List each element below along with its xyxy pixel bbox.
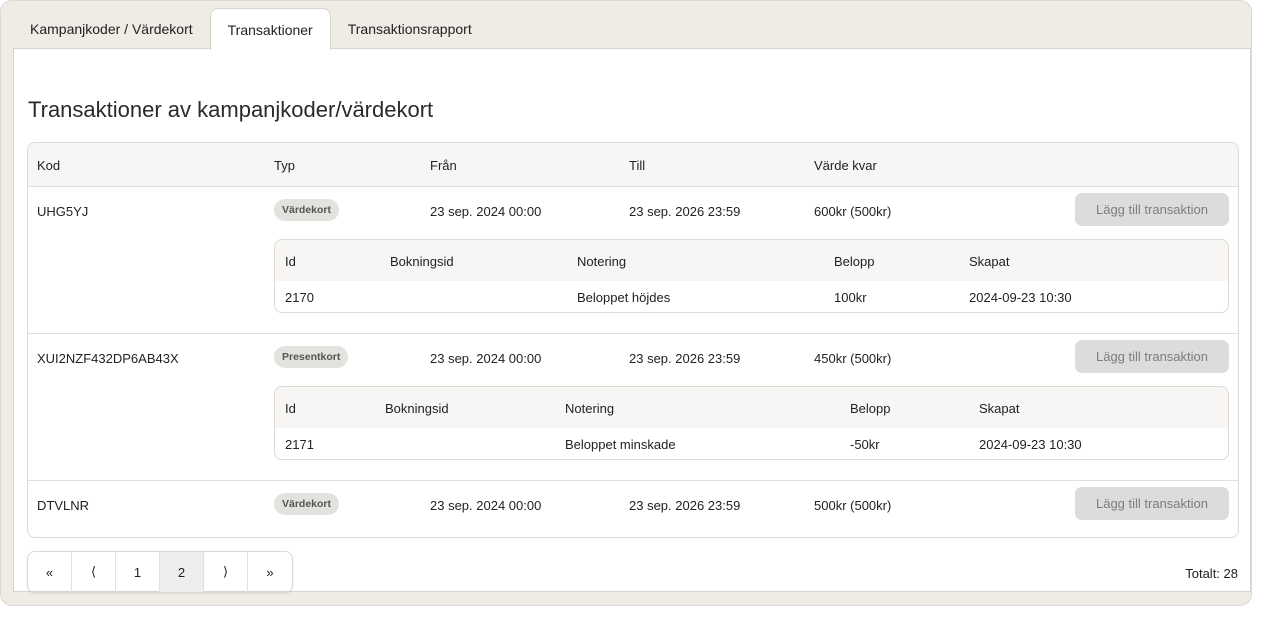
row-from: 23 sep. 2024 00:00 xyxy=(430,351,542,366)
sub-header-booking-id: Bokningsid xyxy=(390,254,454,269)
type-badge: Värdekort xyxy=(274,493,340,515)
transaction-note: Beloppet höjdes xyxy=(577,290,671,305)
sub-table-row: 2171 Beloppet minskade -50kr 2024-09-23 … xyxy=(275,428,1228,459)
transaction-amount: 100kr xyxy=(834,290,867,305)
row-to: 23 sep. 2026 23:59 xyxy=(629,498,741,513)
sub-header-amount: Belopp xyxy=(850,401,891,416)
row-to: 23 sep. 2026 23:59 xyxy=(629,204,741,219)
header-from: Från xyxy=(430,158,457,173)
transactions-table: Kod Typ Från Till Värde kvar UHG5YJ Värd… xyxy=(27,142,1239,538)
add-transaction-button[interactable]: Lägg till transaktion xyxy=(1075,487,1229,520)
pagination-last-button[interactable]: » xyxy=(248,552,292,592)
row-code: XUI2NZF432DP6AB43X xyxy=(37,351,179,366)
header-value-left: Värde kvar xyxy=(814,158,877,173)
pagination-page-2[interactable]: 2 xyxy=(160,552,204,592)
sub-table-header: Id Bokningsid Notering Belopp Skapat xyxy=(275,240,1228,281)
sub-header-booking-id: Bokningsid xyxy=(385,401,449,416)
page-container: Kampanjkoder / Värdekort Transaktioner T… xyxy=(0,0,1252,606)
pagination-page-1[interactable]: 1 xyxy=(116,552,160,592)
row-code: UHG5YJ xyxy=(37,204,89,219)
add-transaction-button[interactable]: Lägg till transaktion xyxy=(1075,193,1229,226)
total-count: Totalt: 28 xyxy=(1185,566,1238,581)
sub-transactions-table: Id Bokningsid Notering Belopp Skapat 217… xyxy=(274,386,1229,460)
row-value-left: 500kr (500kr) xyxy=(814,498,892,513)
sub-header-id: Id xyxy=(285,254,296,269)
row-to: 23 sep. 2026 23:59 xyxy=(629,351,741,366)
table-header: Kod Typ Från Till Värde kvar xyxy=(28,143,1238,187)
sub-table-header: Id Bokningsid Notering Belopp Skapat xyxy=(275,387,1228,428)
sub-header-note: Notering xyxy=(565,401,615,416)
row-value-left: 600kr (500kr) xyxy=(814,204,892,219)
sub-table-row: 2170 Beloppet höjdes 100kr 2024-09-23 10… xyxy=(275,281,1228,312)
content-panel: Transaktioner av kampanjkoder/värdekort … xyxy=(13,48,1251,593)
pagination-prev-button[interactable]: ⟨ xyxy=(72,552,116,592)
type-badge: Presentkort xyxy=(274,346,349,368)
header-to: Till xyxy=(629,158,646,173)
row-from: 23 sep. 2024 00:00 xyxy=(430,204,542,219)
sub-header-note: Notering xyxy=(577,254,627,269)
tab-transactions[interactable]: Transaktioner xyxy=(209,8,331,50)
sub-header-id: Id xyxy=(285,401,296,416)
row-from: 23 sep. 2024 00:00 xyxy=(430,498,542,513)
header-type: Typ xyxy=(274,158,295,173)
type-badge: Värdekort xyxy=(274,199,340,221)
transaction-created: 2024-09-23 10:30 xyxy=(979,437,1082,452)
add-transaction-button[interactable]: Lägg till transaktion xyxy=(1075,340,1229,373)
row-value-left: 450kr (500kr) xyxy=(814,351,892,366)
transaction-created: 2024-09-23 10:30 xyxy=(969,290,1072,305)
transaction-id: 2171 xyxy=(285,437,314,452)
row-code: DTVLNR xyxy=(37,498,90,513)
tab-campaign-codes[interactable]: Kampanjkoder / Värdekort xyxy=(13,8,210,50)
tab-transaction-report[interactable]: Transaktionsrapport xyxy=(331,8,489,50)
table-row: UHG5YJ Värdekort 23 sep. 2024 00:00 23 s… xyxy=(28,187,1238,334)
table-row: XUI2NZF432DP6AB43X Presentkort 23 sep. 2… xyxy=(28,334,1238,481)
header-code: Kod xyxy=(37,158,61,173)
sub-header-created: Skapat xyxy=(969,254,1010,269)
sub-transactions-table: Id Bokningsid Notering Belopp Skapat 217… xyxy=(274,239,1229,313)
transaction-amount: -50kr xyxy=(850,437,880,452)
sub-header-amount: Belopp xyxy=(834,254,875,269)
pagination: « ⟨ 1 2 ⟩ » xyxy=(27,551,293,593)
transaction-id: 2170 xyxy=(285,290,314,305)
pagination-next-button[interactable]: ⟩ xyxy=(204,552,248,592)
pagination-first-button[interactable]: « xyxy=(28,552,72,592)
tab-bar: Kampanjkoder / Värdekort Transaktioner T… xyxy=(13,8,489,50)
transaction-note: Beloppet minskade xyxy=(565,437,676,452)
page-title: Transaktioner av kampanjkoder/värdekort xyxy=(28,97,434,122)
table-row: DTVLNR Värdekort 23 sep. 2024 00:00 23 s… xyxy=(28,481,1238,537)
sub-header-created: Skapat xyxy=(979,401,1020,416)
